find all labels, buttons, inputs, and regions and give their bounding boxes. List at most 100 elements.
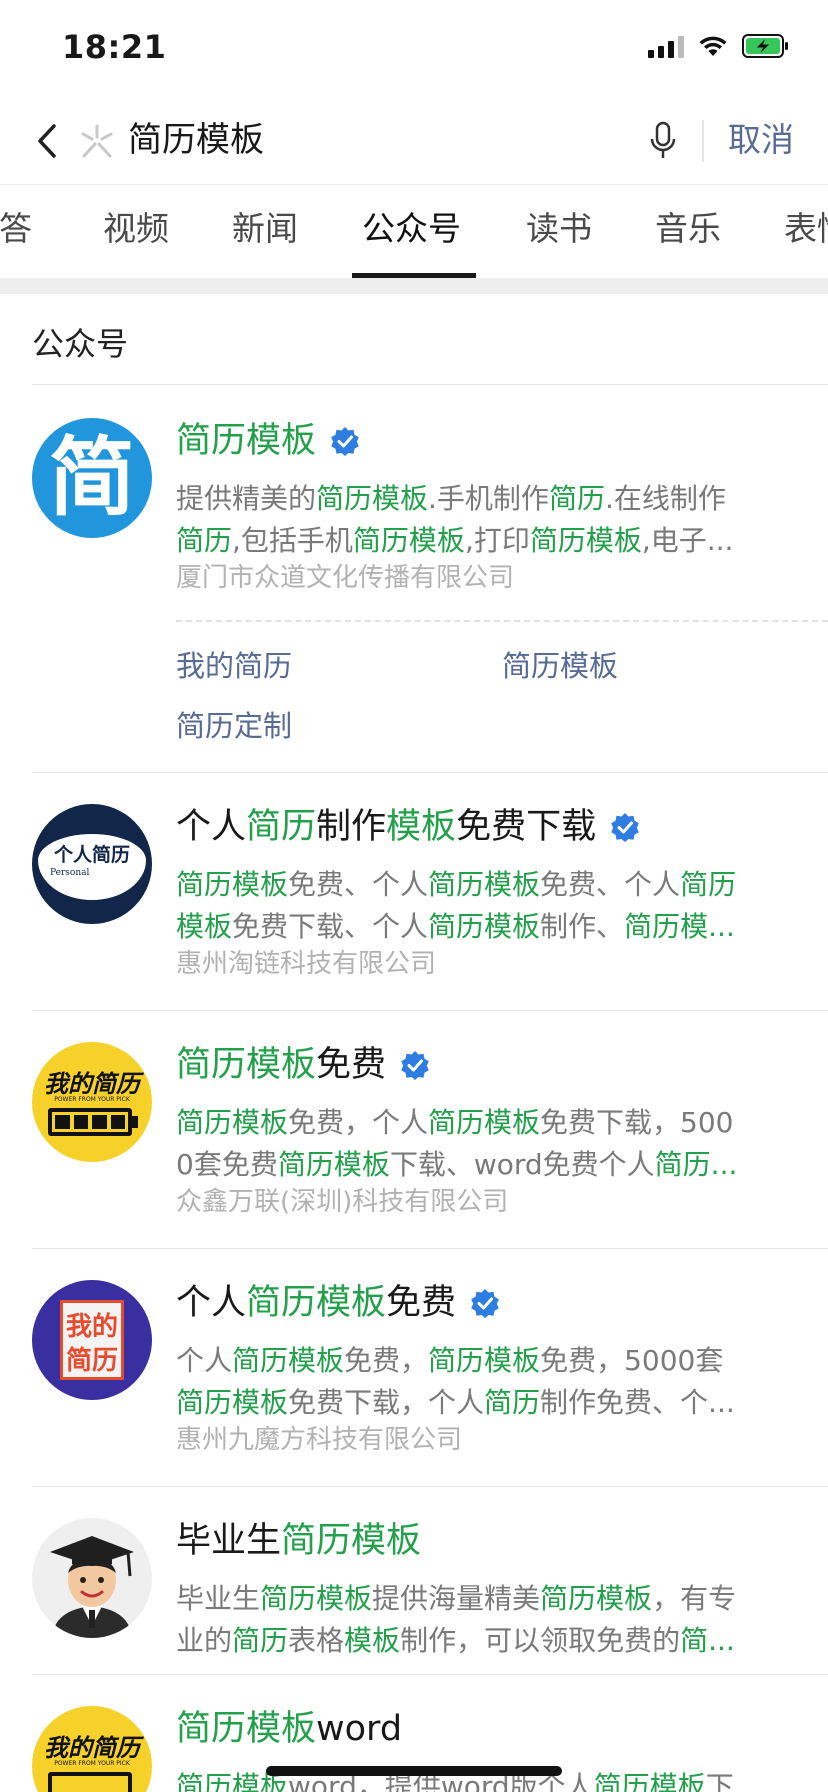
avatar: 个人简历 Personal — [32, 804, 152, 924]
tab-music[interactable]: 音乐 — [655, 207, 721, 251]
keyword-highlight: 模板 — [344, 1624, 401, 1657]
text-segment: 0套免费 — [176, 1148, 278, 1181]
description-line: 模板免费下载、个人简历模板制作、简历模... — [176, 906, 796, 948]
keyword-highlight: 简历模板 — [176, 1709, 317, 1749]
tab-qa[interactable]: 问答 — [0, 207, 32, 251]
divider — [32, 1486, 828, 1487]
keyword-highlight: 简历模板 — [352, 524, 465, 557]
text-segment: 免费下载、个人 — [232, 910, 429, 943]
divider — [32, 1248, 828, 1249]
description-line: 毕业生简历模板提供海量精美简历模板，有专 — [176, 1578, 796, 1620]
tab-official-accounts[interactable]: 公众号 — [362, 207, 461, 251]
search-header: 简历模板 取消 — [0, 100, 828, 184]
text-segment: 免费、个人 — [540, 868, 681, 901]
text-segment: 免费 — [386, 1283, 457, 1323]
category-tabs: 问答 视频 新闻 公众号 读书 音乐 表情 — [0, 184, 828, 278]
tab-news[interactable]: 新闻 — [232, 207, 298, 251]
result-description: 提供精美的简历模板.手机制作简历.在线制作 简历,包括手机简历模板,打印简历模板… — [176, 478, 796, 562]
avatar-logo-text: 简 — [49, 427, 135, 528]
title-segments: 毕业生简历模板 — [176, 1518, 421, 1564]
keyword-highlight: 简历模板 — [176, 1386, 289, 1419]
cancel-button[interactable]: 取消 — [728, 118, 794, 162]
avatar: 我的 简历 — [32, 1280, 152, 1400]
keyword-highlight: 简历 — [176, 524, 233, 557]
result-description: 毕业生简历模板提供海量精美简历模板，有专 业的简历表格模板制作，可以领取免费的简… — [176, 1578, 796, 1662]
battery-charging-icon — [742, 34, 788, 58]
battery-graphic — [48, 1108, 132, 1136]
result-title: 个人简历制作模板免费下载 — [176, 804, 640, 850]
wechat-search-logo-icon — [81, 124, 113, 158]
avatar-logo-text: 简历 — [65, 1346, 118, 1376]
result-title: 简历模板 — [176, 418, 360, 464]
text-segment: ,包括手机 — [232, 524, 353, 557]
title-segments: 简历模板免费 — [176, 1042, 386, 1088]
divider — [32, 384, 828, 385]
keyword-highlight: 简历模板 — [176, 868, 289, 901]
avatar-logo-subtext: POWER FROM YOUR PICK — [54, 1096, 130, 1103]
text-segment: 免费，个人 — [288, 1106, 429, 1139]
description-line: 简历模板免费，个人简历模板免费下载，500 — [176, 1102, 796, 1144]
menu-link-resume-custom[interactable]: 简历定制 — [176, 706, 292, 746]
keyword-highlight: 简历模板 — [176, 1045, 317, 1085]
tab-video[interactable]: 视频 — [103, 207, 169, 251]
menu-link-my-resume[interactable]: 我的简历 — [176, 646, 292, 686]
title-segments: 个人简历模板免费 — [176, 1280, 456, 1326]
text-segment: 个人 — [176, 1344, 233, 1377]
text-segment: ,打印 — [464, 524, 530, 557]
avatar: 我的简历 POWER FROM YOUR PICK — [32, 1706, 152, 1792]
result-company: 惠州淘链科技有限公司 — [176, 949, 437, 979]
text-segment: 免费 — [316, 1045, 387, 1085]
title-segments: 简历模板 — [176, 418, 316, 464]
status-bar: 18:21 — [0, 0, 828, 100]
text-segment: 表格 — [288, 1624, 345, 1657]
result-title: 毕业生简历模板 — [176, 1518, 421, 1564]
keyword-highlight: 简历模板 — [316, 482, 429, 515]
text-segment: 免费、个人 — [288, 868, 429, 901]
text-segment: word — [316, 1709, 403, 1749]
avatar-logo-text: 我的简历 — [44, 1070, 140, 1098]
header-divider — [702, 120, 704, 162]
keyword-highlight: 简历... — [654, 1148, 738, 1181]
avatar-logo-text: 我的 — [65, 1312, 118, 1342]
dashed-divider — [176, 620, 828, 622]
tab-books[interactable]: 读书 — [526, 207, 592, 251]
avatar-logo-subtext: Personal — [50, 868, 90, 878]
home-indicator — [266, 1766, 562, 1776]
divider — [32, 772, 828, 773]
keyword-highlight: 模板 — [386, 807, 457, 847]
keyword-highlight: 简历模板 — [593, 1770, 706, 1792]
title-segments: 简历模板word — [176, 1706, 402, 1752]
text-segment: 制作 — [316, 807, 387, 847]
keyword-highlight: 简... — [680, 1624, 735, 1657]
keyword-highlight: 简历模板 — [176, 1106, 289, 1139]
graduate-avatar-icon — [50, 1536, 134, 1638]
keyword-highlight: 简历 — [484, 1386, 541, 1419]
result-description: 个人简历模板免费，简历模板免费，5000套 简历模板免费下载，个人简历制作免费、… — [176, 1340, 796, 1424]
result-title: 个人简历模板免费 — [176, 1280, 500, 1326]
search-input[interactable]: 简历模板 — [128, 118, 264, 162]
description-line: 业的简历表格模板制作，可以领取免费的简... — [176, 1620, 796, 1662]
divider — [32, 1010, 828, 1011]
keyword-highlight: 简历模板 — [232, 1344, 345, 1377]
keyword-highlight: 简历模板 — [540, 1582, 653, 1615]
description-line: 简历,包括手机简历模板,打印简历模板,电子... — [176, 520, 796, 562]
text-segment: .手机制作 — [428, 482, 549, 515]
section-title: 公众号 — [32, 325, 129, 363]
keyword-highlight: 模板 — [176, 910, 233, 943]
keyword-highlight: 简历模板 — [428, 910, 541, 943]
avatar: 我的简历 POWER FROM YOUR PICK — [32, 1042, 152, 1162]
text-segment: 免费下载 — [456, 807, 597, 847]
tab-stickers[interactable]: 表情 — [784, 207, 828, 251]
microphone-icon[interactable] — [648, 120, 678, 162]
text-segment: 提供精美的 — [176, 482, 317, 515]
text-segment: 制作、 — [540, 910, 625, 943]
text-segment: 业的 — [176, 1624, 233, 1657]
menu-link-resume-template[interactable]: 简历模板 — [502, 646, 618, 686]
text-segment: 免费， — [344, 1344, 429, 1377]
keyword-highlight: 简历 — [246, 807, 317, 847]
result-description: 简历模板免费、个人简历模板免费、个人简历 模板免费下载、个人简历模板制作、简历模… — [176, 864, 796, 948]
back-arrow-icon[interactable] — [28, 118, 68, 164]
keyword-highlight: 简历模板 — [176, 421, 317, 461]
verified-badge-icon — [471, 1289, 499, 1318]
keyword-highlight: 简历模板 — [277, 1148, 390, 1181]
